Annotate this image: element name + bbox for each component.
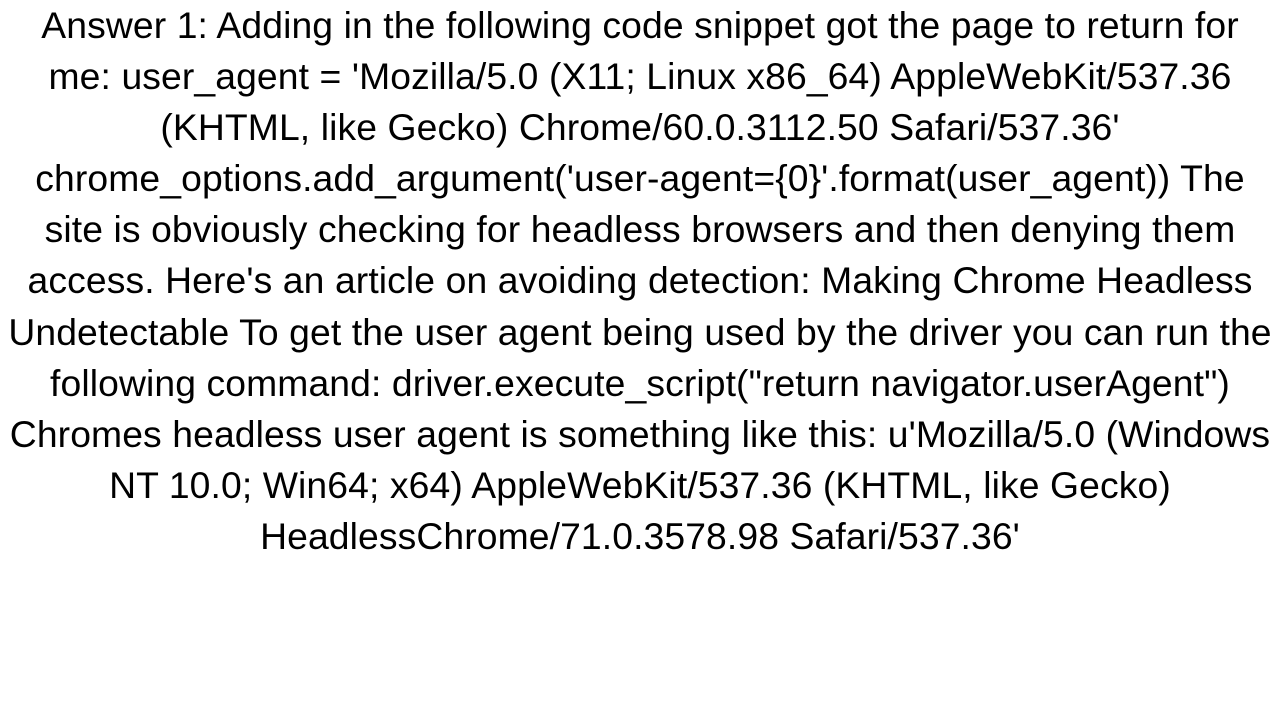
answer-body-text: Answer 1: Adding in the following code s… bbox=[0, 0, 1280, 562]
document-page: Answer 1: Adding in the following code s… bbox=[0, 0, 1280, 720]
